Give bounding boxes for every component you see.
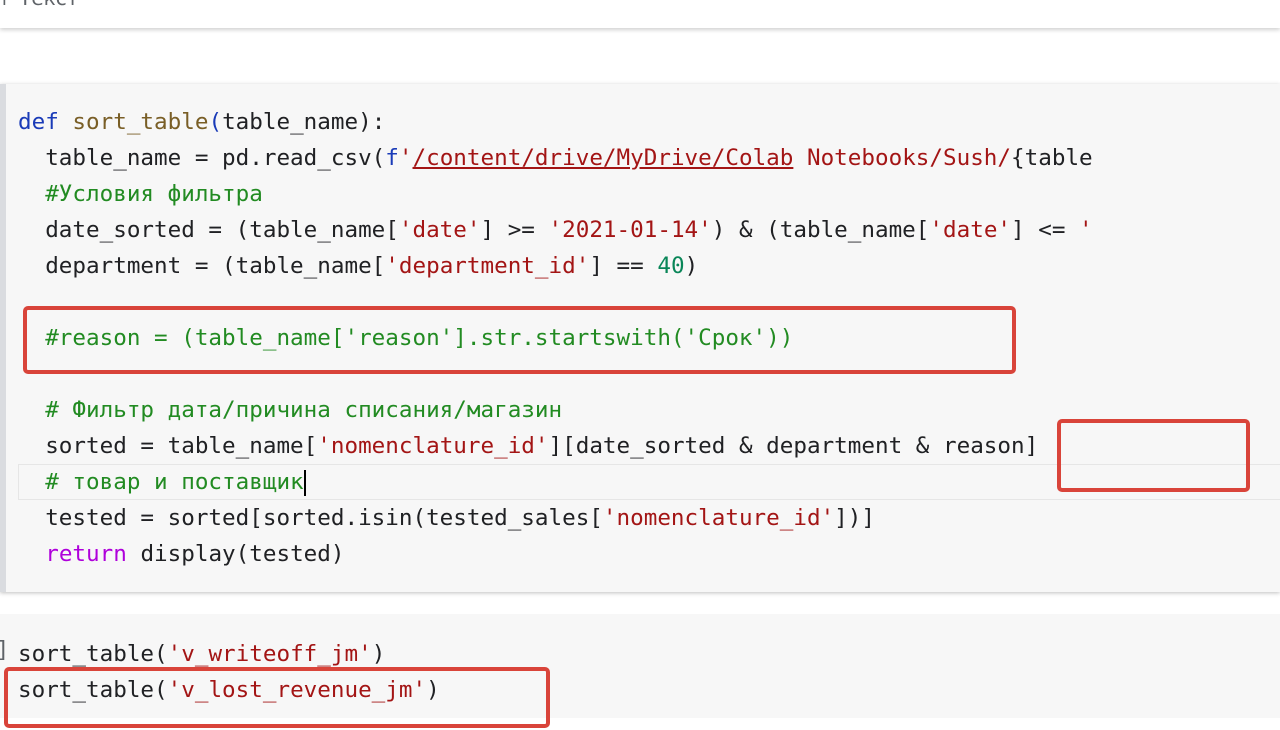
code-line-read-csv: table_name = pd.read_csv(f'/content/driv… [18,145,1093,171]
text-cursor [303,469,306,496]
run-bracket-icon: ] [0,638,9,663]
code-line-department: department = (table_name['department_id'… [18,253,699,279]
add-text-button[interactable]: + Текст [0,0,78,10]
code-line-def: def sort_table(table_name): [18,109,386,135]
annotation-box-reason-filter [1057,419,1250,492]
code-line-return: return display(tested) [45,541,345,567]
code-line-tested: tested = sorted[sorted.isin(tested_sales… [18,505,875,531]
annotation-box-call [4,667,550,728]
notebook-toolbar: + Текст [0,0,1280,28]
code-line-comment-filter: # Фильтр дата/причина списания/магазин [18,397,563,423]
code-line-sorted: sorted = table_name['nomenclature_id'][d… [18,433,1039,459]
code-line-date-sorted: date_sorted = (table_name['date'] >= '20… [18,217,1093,243]
code-line-comment-product[interactable]: # товар и поставщик [18,464,306,500]
code-line-comment-conditions: #Условия фильтра [18,181,263,207]
cell-gutter [0,84,6,592]
annotation-box-reason-line [23,306,1016,374]
